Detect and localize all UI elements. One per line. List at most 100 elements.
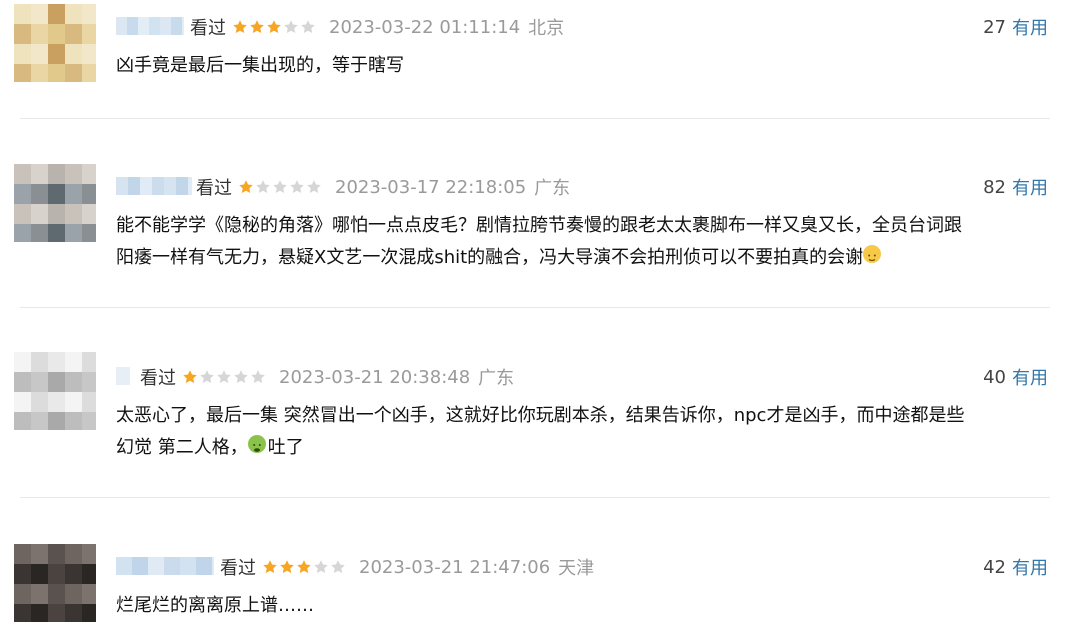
avatar-pixel	[82, 224, 96, 242]
avatar-pixel	[65, 204, 82, 224]
username-blur-block	[171, 17, 182, 35]
useful-button[interactable]: 有用	[1012, 14, 1048, 40]
divider	[20, 307, 1050, 308]
username-blur-block	[140, 177, 152, 195]
star-empty-icon	[313, 559, 329, 575]
username-blur-block	[116, 17, 127, 35]
avatar-pixel	[82, 604, 96, 622]
avatar-pixel	[48, 164, 65, 184]
avatar-pixel	[65, 184, 82, 204]
review-text: 太恶心了，最后一集 突然冒出一个凶手，这就好比你玩剧本杀，结果告诉你，npc才是…	[116, 400, 1056, 464]
avatar-pixel	[31, 24, 48, 44]
avatar-pixel	[82, 24, 96, 44]
avatar-pixel	[48, 24, 65, 44]
divider	[20, 118, 1050, 119]
review-text-line: 能不能学学《隐秘的角落》哪怕一点点皮毛？剧情拉胯节奏慢的跟老太太裹脚布一样又臭又…	[116, 215, 962, 236]
username-blurred[interactable]	[116, 367, 130, 385]
review-meta: 看过 2023-03-22 01:11:14 北京	[190, 14, 564, 40]
username-blur-block	[127, 17, 138, 35]
avatar-pixel	[31, 584, 48, 604]
avatar-pixel	[65, 4, 82, 24]
username-blur-block	[160, 17, 171, 35]
avatar[interactable]	[14, 352, 96, 430]
star-filled-icon	[279, 559, 295, 575]
username-blur-block	[176, 177, 188, 195]
review-text-line: 凶手竟是最后一集出现的，等于瞎写	[116, 55, 404, 76]
useful-button[interactable]: 有用	[1012, 364, 1048, 390]
avatar-pixel	[65, 544, 82, 564]
avatar-pixel	[31, 372, 48, 392]
avatar-pixel	[48, 64, 65, 82]
avatar-pixel	[82, 164, 96, 184]
star-empty-icon	[199, 369, 215, 385]
vote-area: 42 有用	[983, 554, 1048, 580]
useful-button[interactable]: 有用	[1012, 174, 1048, 200]
avatar-pixel	[65, 164, 82, 184]
avatar[interactable]	[14, 164, 96, 242]
avatar-pixel	[82, 204, 96, 224]
avatar-pixel	[48, 204, 65, 224]
avatar-pixel	[82, 44, 96, 64]
username-blur-block	[123, 367, 130, 385]
review-datetime: 2023-03-17 22:18:05	[335, 176, 527, 198]
avatar-pixel	[31, 412, 48, 430]
star-rating	[238, 179, 323, 195]
avatar-pixel	[31, 604, 48, 622]
avatar-pixel	[48, 412, 65, 430]
avatar-pixel	[14, 544, 31, 564]
avatar-pixel	[14, 4, 31, 24]
username-blur-block	[180, 557, 196, 575]
star-empty-icon	[233, 369, 249, 385]
star-empty-icon	[272, 179, 288, 195]
avatar-pixel	[65, 372, 82, 392]
useful-button[interactable]: 有用	[1012, 554, 1048, 580]
review-location: 天津	[558, 558, 595, 579]
avatar-pixel	[31, 352, 48, 372]
review-meta: 看过 2023-03-17 22:18:05 广东	[196, 174, 570, 200]
avatar-pixel	[65, 392, 82, 412]
avatar[interactable]	[14, 4, 96, 82]
watch-status: 看过	[140, 368, 176, 389]
avatar-pixel	[14, 44, 31, 64]
avatar-pixel	[48, 224, 65, 242]
star-filled-icon	[232, 19, 248, 35]
username-blur-block	[116, 177, 128, 195]
avatar-pixel	[82, 4, 96, 24]
vote-area: 82 有用	[983, 174, 1048, 200]
avatar-pixel	[48, 584, 65, 604]
username-blur-block	[149, 17, 160, 35]
vote-area: 27 有用	[983, 14, 1048, 40]
avatar-pixel	[14, 392, 31, 412]
review-datetime: 2023-03-21 21:47:06	[359, 556, 551, 578]
avatar-pixel	[48, 604, 65, 622]
avatar-pixel	[14, 64, 31, 82]
username-blur-block	[188, 177, 192, 195]
vote-area: 40 有用	[983, 364, 1048, 390]
avatar-pixel	[48, 372, 65, 392]
avatar[interactable]	[14, 544, 96, 622]
username-blur-block	[152, 177, 164, 195]
vote-count: 82	[983, 176, 1006, 198]
review-text-fragment: 吐了	[267, 437, 304, 458]
avatar-pixel	[48, 564, 65, 584]
avatar-pixel	[14, 604, 31, 622]
username-blur-block	[196, 557, 212, 575]
username-blur-block	[116, 367, 123, 385]
username-blur-block	[132, 557, 148, 575]
review-datetime: 2023-03-21 20:38:48	[279, 366, 471, 388]
avatar-pixel	[31, 544, 48, 564]
vote-count: 42	[983, 556, 1006, 578]
review-text: 烂尾烂的离离原上谱……	[116, 590, 1056, 622]
avatar-pixel	[82, 544, 96, 564]
review-meta: 看过 2023-03-21 21:47:06 天津	[220, 554, 594, 580]
avatar-pixel	[14, 352, 31, 372]
avatar-pixel	[14, 372, 31, 392]
username-blurred[interactable]	[116, 177, 192, 195]
star-filled-icon	[238, 179, 254, 195]
avatar-pixel	[14, 412, 31, 430]
review-text: 能不能学学《隐秘的角落》哪怕一点点皮毛？剧情拉胯节奏慢的跟老太太裹脚布一样又臭又…	[116, 210, 1056, 274]
username-blurred[interactable]	[116, 557, 214, 575]
avatar-pixel	[48, 44, 65, 64]
nauseated-face-icon	[247, 435, 266, 453]
username-blurred[interactable]	[116, 17, 184, 35]
